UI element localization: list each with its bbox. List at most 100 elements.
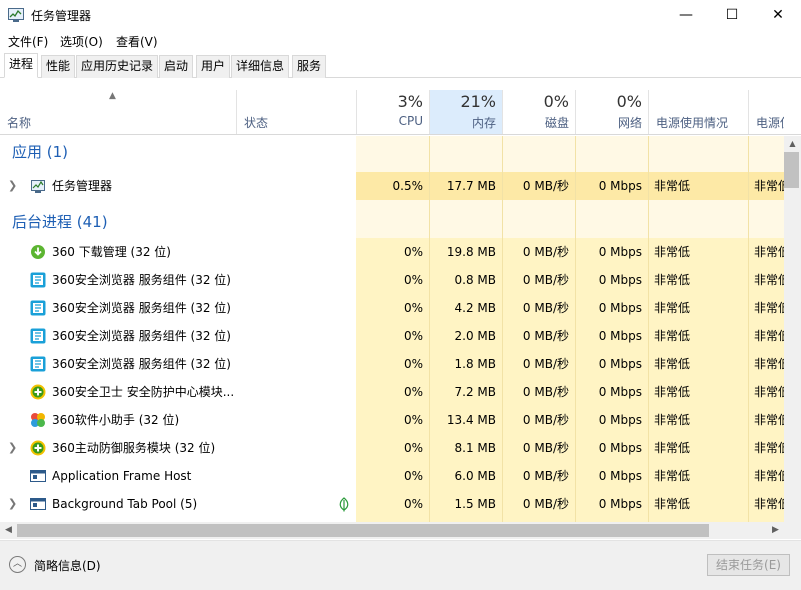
browser-service-icon	[30, 356, 46, 372]
memory-cell: 17.7 MB	[446, 179, 496, 193]
tab-app-history[interactable]: 应用历史记录	[76, 55, 159, 78]
expand-chevron-icon[interactable]: ❯	[8, 490, 17, 518]
footer: ︿ 简略信息(D) 结束任务(E)	[0, 540, 801, 590]
disk-cell: 0 MB/秒	[522, 497, 569, 511]
cpu-cell: 0%	[403, 245, 423, 259]
group-header-background: 后台进程 (41)	[0, 200, 784, 238]
network-cell: 0 Mbps	[598, 179, 642, 193]
disk-cell: 0 MB/秒	[522, 273, 569, 287]
minimize-icon: —	[679, 7, 693, 23]
memory-total-percent: 21%	[460, 92, 496, 111]
network-cell: 0 Mbps	[598, 245, 642, 259]
cpu-cell: 0%	[403, 469, 423, 483]
vertical-scroll-thumb[interactable]	[784, 152, 799, 188]
network-cell: 0 Mbps	[598, 385, 642, 399]
window-title: 任务管理器	[31, 9, 92, 23]
disk-cell: 0 MB/秒	[522, 301, 569, 315]
memory-cell: 2.0 MB	[454, 329, 496, 343]
power-cell: 非常低	[654, 413, 691, 427]
close-button[interactable]: ✕	[755, 0, 801, 30]
software-helper-icon	[31, 413, 45, 427]
title-bar: 任务管理器 — ☐ ✕	[0, 0, 801, 30]
network-cell: 0 Mbps	[598, 413, 642, 427]
table-row[interactable]: ❯ 任务管理器 0.5% 17.7 MB 0 MB/秒 0 Mbps 非常低 非…	[0, 172, 784, 200]
power-trend-cell: 非常低	[754, 497, 784, 511]
tab-startup[interactable]: 启动	[159, 55, 194, 78]
expand-chevron-icon[interactable]: ❯	[8, 434, 17, 462]
menu-file[interactable]: 文件(F)	[8, 33, 48, 50]
memory-cell: 4.2 MB	[454, 301, 496, 315]
network-cell: 0 Mbps	[598, 329, 642, 343]
column-name[interactable]: ▲ 名称	[0, 90, 236, 134]
column-memory[interactable]: 21% 内存	[429, 90, 502, 134]
minimize-button[interactable]: —	[663, 0, 709, 30]
column-cpu[interactable]: 3% CPU	[356, 90, 429, 134]
cpu-cell: 0%	[403, 413, 423, 427]
process-name: 360 下载管理 (32 位)	[52, 245, 171, 259]
menu-bar: 文件(F) 选项(O) 查看(V)	[0, 30, 801, 52]
tab-services[interactable]: 服务	[292, 55, 327, 78]
disk-cell: 0 MB/秒	[522, 245, 569, 259]
collapse-chevron-icon[interactable]: ︿	[9, 556, 26, 573]
column-memory-label: 内存	[471, 116, 496, 130]
column-network[interactable]: 0% 网络	[575, 90, 648, 134]
table-row[interactable]: 360软件小助手 (32 位) 0% 13.4 MB 0 MB/秒 0 Mbps…	[0, 406, 784, 434]
cpu-cell: 0.5%	[392, 179, 424, 193]
table-row[interactable]: 360安全浏览器 服务组件 (32 位) 0% 2.0 MB 0 MB/秒 0 …	[0, 322, 784, 350]
table-row[interactable]: 360安全浏览器 服务组件 (32 位) 0% 1.8 MB 0 MB/秒 0 …	[0, 350, 784, 378]
memory-cell: 19.8 MB	[446, 245, 496, 259]
scroll-left-arrow-icon[interactable]: ◀	[0, 522, 17, 539]
security-guard-icon	[30, 440, 46, 456]
table-row[interactable]: ❯ 360主动防御服务模块 (32 位) 0% 8.1 MB 0 MB/秒 0 …	[0, 434, 784, 462]
process-name: Application Frame Host	[52, 469, 192, 483]
process-name: 360安全卫士 安全防护中心模块...	[52, 385, 234, 399]
process-name: 360安全浏览器 服务组件 (32 位)	[52, 357, 231, 371]
column-power[interactable]: 电源使用情况	[648, 90, 748, 134]
scroll-up-arrow-icon[interactable]: ▲	[784, 136, 801, 152]
sort-ascending-icon: ▲	[109, 91, 116, 101]
power-cell: 非常低	[654, 301, 691, 315]
column-disk[interactable]: 0% 磁盘	[502, 90, 575, 134]
power-trend-cell: 非常低	[754, 469, 784, 483]
menu-view[interactable]: 查看(V)	[116, 33, 158, 50]
column-power-trend-label: 电源使用	[756, 116, 784, 130]
tab-performance[interactable]: 性能	[41, 55, 76, 78]
column-network-label: 网络	[617, 116, 642, 130]
memory-cell: 13.4 MB	[446, 413, 496, 427]
app-frame-icon	[30, 498, 46, 510]
maximize-button[interactable]: ☐	[709, 0, 755, 30]
menu-options[interactable]: 选项(O)	[60, 33, 103, 50]
cpu-total-percent: 3%	[397, 92, 423, 111]
tab-users[interactable]: 用户	[196, 55, 231, 78]
process-name: 360安全浏览器 服务组件 (32 位)	[52, 301, 231, 315]
column-status-label: 状态	[244, 116, 269, 130]
table-row[interactable]: ❯ Background Tab Pool (5) 0% 1.5 MB 0 MB…	[0, 490, 784, 518]
table-row[interactable]: 360安全卫士 安全防护中心模块... 0% 7.2 MB 0 MB/秒 0 M…	[0, 378, 784, 406]
tab-details[interactable]: 详细信息	[231, 55, 290, 78]
download-arrow-icon	[31, 245, 45, 259]
table-row[interactable]: 360 下载管理 (32 位) 0% 19.8 MB 0 MB/秒 0 Mbps…	[0, 238, 784, 266]
network-cell: 0 Mbps	[598, 273, 642, 287]
column-power-trend[interactable]: 电源使用	[748, 90, 784, 134]
close-icon: ✕	[772, 7, 784, 23]
memory-cell: 1.5 MB	[454, 497, 496, 511]
power-cell: 非常低	[654, 329, 691, 343]
vertical-scrollbar[interactable]	[784, 136, 801, 522]
scroll-right-arrow-icon[interactable]: ▶	[767, 522, 784, 539]
table-row[interactable]: 360安全浏览器 服务组件 (32 位) 0% 0.8 MB 0 MB/秒 0 …	[0, 266, 784, 294]
power-trend-cell: 非常低	[754, 245, 784, 259]
fewer-details-link[interactable]: 简略信息(D)	[34, 557, 101, 574]
tab-bar: 进程 性能 应用历史记录 启动 用户 详细信息 服务	[0, 53, 801, 78]
network-total-percent: 0%	[616, 92, 642, 111]
table-row[interactable]: Application Frame Host 0% 6.0 MB 0 MB/秒 …	[0, 462, 784, 490]
cpu-cell: 0%	[403, 385, 423, 399]
expand-chevron-icon[interactable]: ❯	[8, 172, 17, 200]
table-row[interactable]: 360安全浏览器 服务组件 (32 位) 0% 4.2 MB 0 MB/秒 0 …	[0, 294, 784, 322]
power-cell: 非常低	[654, 357, 691, 371]
end-task-button[interactable]: 结束任务(E)	[707, 554, 790, 576]
column-status[interactable]: 状态	[236, 90, 356, 134]
power-cell: 非常低	[654, 273, 691, 287]
tab-processes[interactable]: 进程	[4, 53, 39, 78]
horizontal-scroll-thumb[interactable]	[17, 524, 709, 537]
memory-cell: 7.2 MB	[454, 385, 496, 399]
